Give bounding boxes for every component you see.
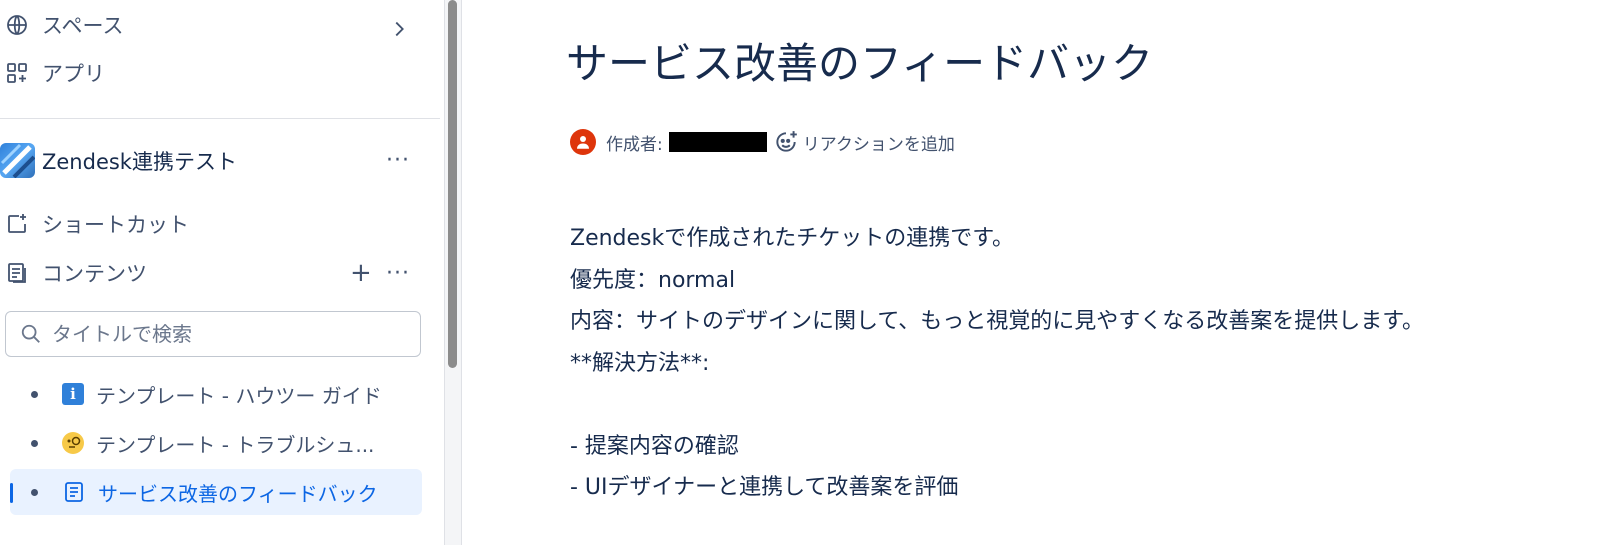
scrollbar-thumb[interactable] [448,0,457,368]
add-content-icon[interactable]: + [350,260,372,286]
sidebar-item-label: アプリ [42,62,105,86]
page-title: サービス改善のフィードバック [566,39,1154,88]
author-name-redacted [668,132,767,152]
sidebar: スペース アプリ Zendesk連携テスト ··· ショートカット コンテンツ … [0,0,445,545]
add-reaction-icon[interactable] [773,129,799,155]
tree-item-label: テンプレート - ハウツー ガイド [96,383,382,408]
byline: 作成者: リアクションを追加 [570,127,955,157]
tree-item[interactable]: i テンプレート - ハウツー ガイド [10,371,422,417]
contents-icon [4,260,30,286]
active-indicator [10,483,13,503]
space-logo[interactable] [0,143,35,178]
bullet [31,488,38,496]
search-field[interactable] [5,311,421,357]
body-line: Zendeskで作成されたチケットの連携です。 [570,226,1015,251]
sidebar-item-shortcuts[interactable]: ショートカット [0,204,189,244]
contents-more-icon[interactable]: ··· [386,263,410,285]
space-logo-icon [0,143,35,178]
info-icon: i [62,383,84,405]
body-line-empty [570,384,1424,426]
body-line: 優先度：normal [570,267,736,293]
sidebar-item-spaces[interactable]: スペース [0,5,420,45]
bullet [31,439,38,447]
tree-item-label: サービス改善のフィードバック [98,481,378,506]
sidebar-scrollbar[interactable] [445,0,462,545]
apps-icon [4,60,30,86]
sidebar-item-label: スペース [42,14,124,38]
tree-item[interactable]: テンプレート - トラブルシュ... [10,420,422,466]
page-content: サービス改善のフィードバック 作成者: リアクションを追加 Zendeskで作成… [462,0,1612,545]
search-icon [21,324,40,343]
sidebar-item-contents[interactable]: コンテンツ [0,253,147,293]
page-body: Zendeskで作成されたチケットの連携です。 優先度：normal 内容：サイ… [570,218,1424,509]
sidebar-item-apps[interactable]: アプリ [0,53,105,93]
shortcut-icon [4,211,30,237]
user-icon [577,136,589,149]
globe-icon [4,12,30,38]
body-line: - UIデザイナーと連携して改善案を評価 [570,475,959,500]
sidebar-item-label: ショートカット [42,213,189,237]
magnifier-face-icon [62,432,84,454]
sidebar-item-label: コンテンツ [42,262,147,286]
tree-item-active[interactable]: サービス改善のフィードバック [10,469,422,515]
body-line: **解決方法**: [570,350,710,376]
divider [0,118,440,119]
tree-item-label: テンプレート - トラブルシュ... [96,432,375,457]
avatar[interactable] [570,129,596,155]
page-icon [65,482,83,502]
chevron-right-icon[interactable] [388,18,410,40]
search-input[interactable] [52,322,412,346]
add-reaction-button[interactable]: リアクションを追加 [803,130,955,155]
bullet [31,390,38,398]
space-name[interactable]: Zendesk連携テスト [42,146,237,176]
body-line: 内容：サイトのデザインに関して、もっと視覚的に見やすくなる改善案を提供します。 [570,309,1425,334]
body-line: - 提案内容の確認 [570,433,739,459]
more-actions-icon[interactable]: ··· [386,150,410,172]
author-label: 作成者: [606,134,663,155]
